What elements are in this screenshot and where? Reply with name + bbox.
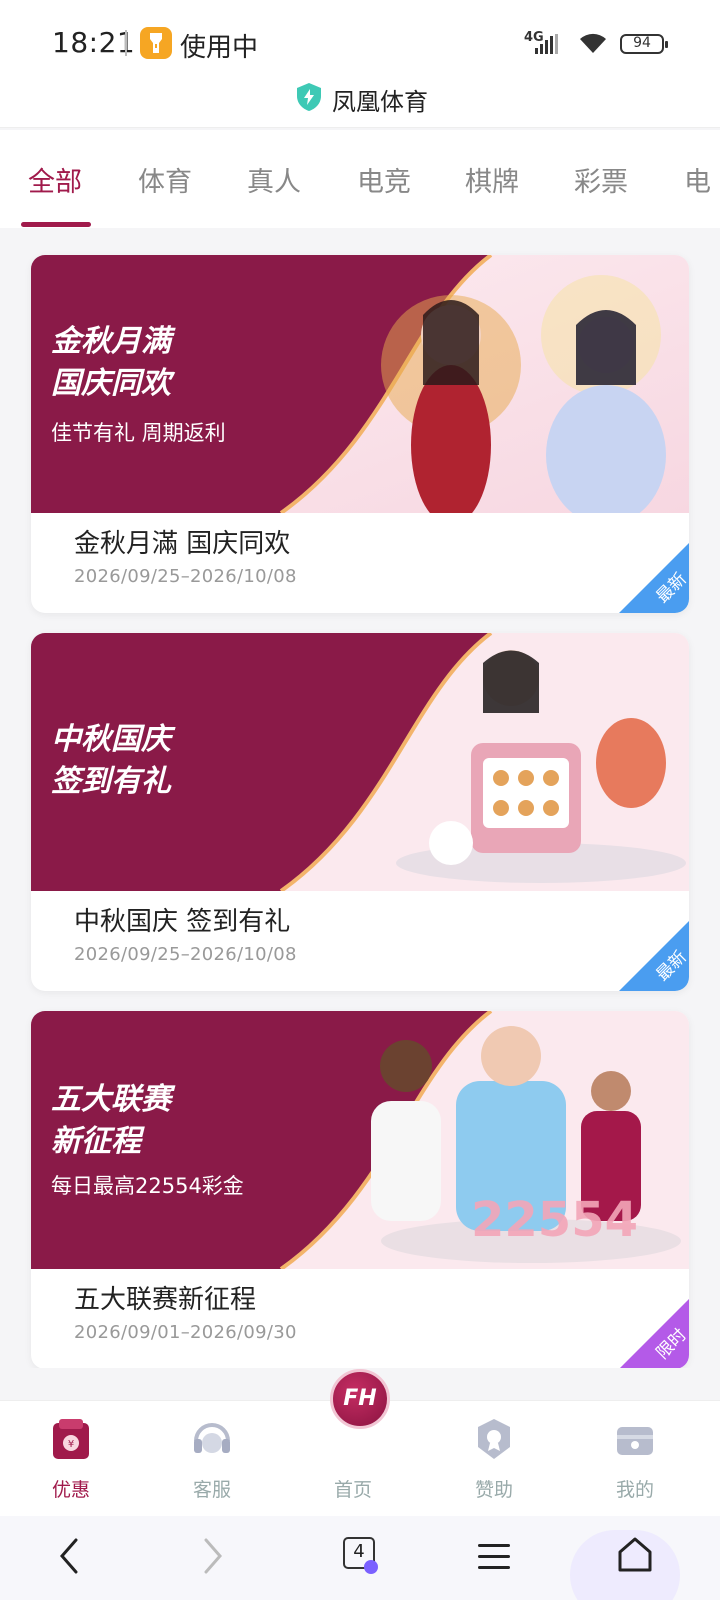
promotion-card[interactable]: 金秋月满 国庆同欢 佳节有礼 周期返利 金秋月滿 国庆同欢 2026/09/25… [31, 255, 689, 613]
promotion-banner[interactable]: 金秋月满 国庆同欢 佳节有礼 周期返利 [31, 255, 689, 513]
signal-icon [535, 34, 558, 54]
gift-bag-icon: ¥ [53, 1419, 89, 1459]
promotion-list: 金秋月满 国庆同欢 佳节有礼 周期返利 金秋月滿 国庆同欢 2026/09/25… [0, 230, 720, 1368]
battery-level: 94 [633, 35, 651, 51]
tab-sports[interactable]: 体育 [138, 160, 192, 199]
menu-icon[interactable] [476, 1542, 512, 1572]
nav-promotions[interactable]: ¥ 优惠 [11, 1413, 131, 1509]
status-divider [125, 30, 127, 56]
tab-active-indicator [21, 222, 91, 227]
promotion-date: 2026/09/25–2026/10/08 [74, 566, 297, 587]
wallet-icon [617, 1427, 653, 1455]
home-icon[interactable] [616, 1536, 654, 1574]
app-header: 凤凰体育 [0, 76, 720, 128]
nav-label: 客服 [192, 1479, 231, 1501]
tab-all[interactable]: 全部 [28, 160, 82, 199]
nav-label: 首页 [333, 1479, 372, 1501]
tab-live-casino[interactable]: 真人 [247, 160, 301, 199]
wifi-icon [580, 33, 606, 53]
promotion-title: 中秋国庆 签到有礼 [74, 907, 291, 937]
svg-text:22554: 22554 [471, 1192, 638, 1248]
promotion-date: 2026/09/25–2026/10/08 [74, 944, 297, 965]
promotion-banner[interactable]: 中秋国庆 签到有礼 [31, 633, 689, 891]
shield-icon [297, 83, 321, 111]
badge-icon [478, 1419, 510, 1459]
promotion-banner[interactable]: 22554 五大联赛 新征程 每日最高22554彩金 [31, 1011, 689, 1269]
status-time: 18:21 [52, 26, 136, 59]
nav-support[interactable]: 客服 [152, 1413, 272, 1509]
new-badge: 最新 [619, 543, 689, 613]
tab-electronic[interactable]: 电 [684, 160, 711, 199]
promotion-date: 2026/09/01–2026/09/30 [74, 1322, 297, 1343]
fh-logo-text: FH [343, 1386, 377, 1411]
nav-sponsorship[interactable]: 赞助 [434, 1413, 554, 1509]
battery-icon: 94 [620, 34, 668, 54]
limited-badge: 限时 [619, 1299, 689, 1368]
banner-subtitle: 佳节有礼 周期返利 [51, 421, 226, 445]
svg-text:¥: ¥ [68, 1439, 74, 1450]
category-tabs: 全部 体育 真人 电竞 棋牌 彩票 电 [0, 130, 720, 228]
banner-headline: 中秋国庆 签到有礼 [51, 722, 171, 799]
promotion-card[interactable]: 中秋国庆 签到有礼 中秋国庆 签到有礼 2026/09/25–2026/10/0… [31, 633, 689, 991]
tab-esports[interactable]: 电竞 [357, 160, 411, 199]
nav-label: 我的 [615, 1479, 654, 1501]
headset-icon [194, 1423, 230, 1453]
banner-subtitle: 每日最高22554彩金 [51, 1174, 244, 1198]
back-icon[interactable] [58, 1538, 80, 1574]
status-activity: 使用中 [180, 33, 259, 63]
banner-headline: 五大联赛 新征程 [51, 1082, 171, 1159]
tab-lottery[interactable]: 彩票 [574, 160, 628, 199]
tab-cards[interactable]: 棋牌 [465, 160, 519, 199]
forward-icon[interactable] [202, 1538, 224, 1574]
new-badge: 最新 [619, 921, 689, 991]
status-bar: 18:21 使用中 4G 94 [0, 0, 720, 86]
nav-label: 优惠 [51, 1479, 90, 1501]
promotion-title: 五大联赛新征程 [74, 1285, 257, 1315]
nav-label: 赞助 [474, 1479, 513, 1501]
promotion-card[interactable]: 22554 五大联赛 新征程 每日最高22554彩金 五大联赛新征程 2026/… [31, 1011, 689, 1368]
promotion-title: 金秋月滿 国庆同欢 [74, 529, 291, 559]
assistant-dot-icon [364, 1560, 378, 1574]
banner-headline: 金秋月满 国庆同欢 [51, 324, 171, 401]
flashlight-icon [140, 27, 172, 59]
fh-logo-icon[interactable]: FH [330, 1369, 390, 1429]
nav-profile[interactable]: 我的 [575, 1413, 695, 1509]
page-title: 凤凰体育 [332, 88, 428, 116]
